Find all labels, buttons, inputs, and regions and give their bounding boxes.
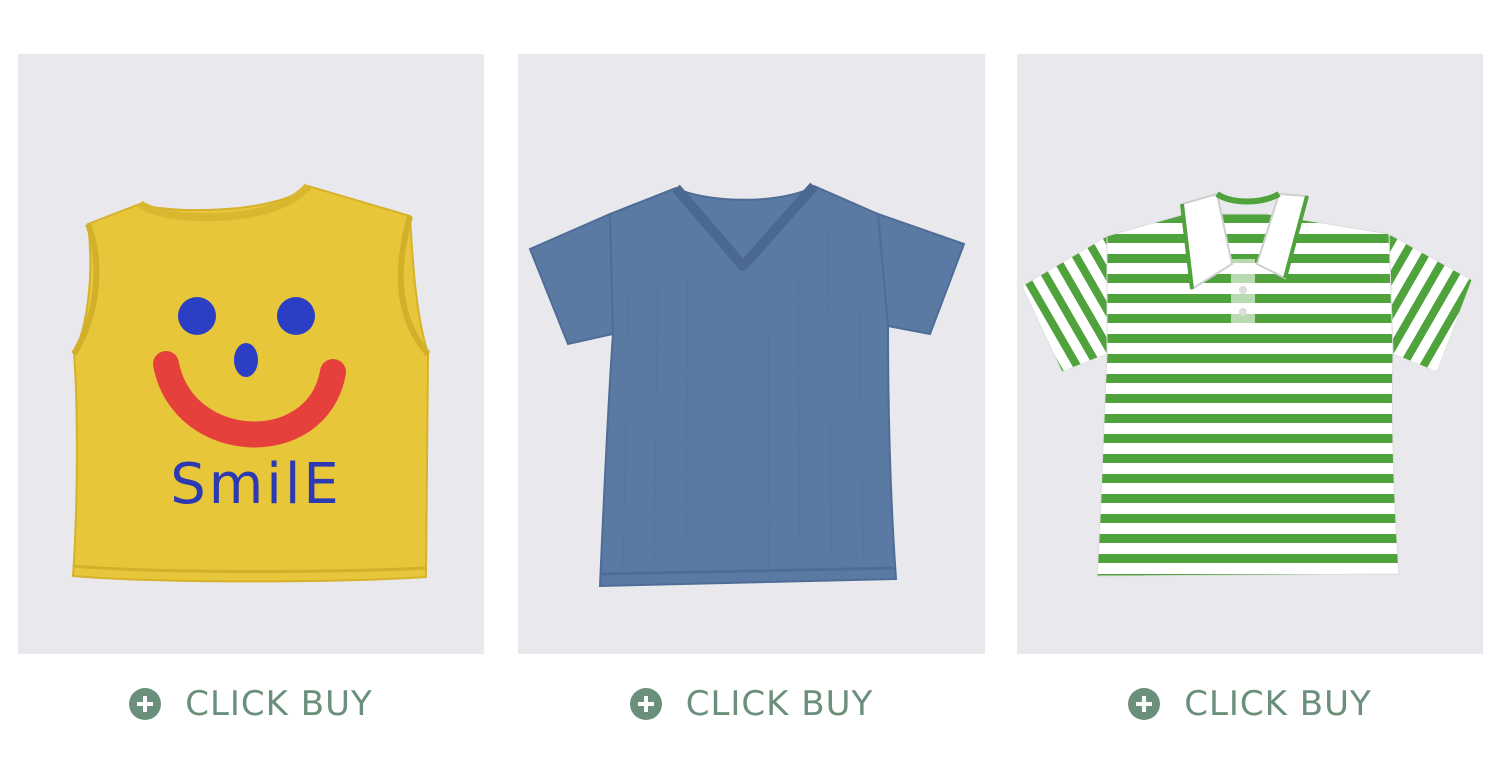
green-striped-polo-icon (1021, 191, 1473, 577)
plus-circle-icon (129, 688, 162, 720)
yellow-smile-tank-top-icon (71, 183, 431, 583)
product-grid: SmilE CLICK BUY CLICK BUY CLICK BUY (0, 0, 1500, 771)
plus-circle-icon (629, 688, 662, 720)
shirt-print-text: SmilE (170, 452, 342, 517)
product-card-1: SmilE CLICK BUY (18, 54, 484, 771)
product-card-3: CLICK BUY (1017, 54, 1483, 771)
product-image-1[interactable]: SmilE (18, 54, 484, 654)
click-buy-button-2[interactable]: CLICK BUY (518, 682, 985, 726)
click-buy-label: CLICK BUY (685, 684, 874, 724)
click-buy-label: CLICK BUY (1184, 684, 1372, 724)
click-buy-label: CLICK BUY (185, 684, 373, 724)
product-image-2[interactable] (518, 54, 985, 654)
click-buy-button-1[interactable]: CLICK BUY (18, 682, 484, 726)
blue-vneck-tshirt-icon (528, 182, 966, 588)
product-image-3[interactable] (1017, 54, 1483, 654)
product-card-2: CLICK BUY (518, 54, 985, 771)
click-buy-button-3[interactable]: CLICK BUY (1017, 682, 1483, 726)
plus-circle-icon (1128, 688, 1161, 720)
